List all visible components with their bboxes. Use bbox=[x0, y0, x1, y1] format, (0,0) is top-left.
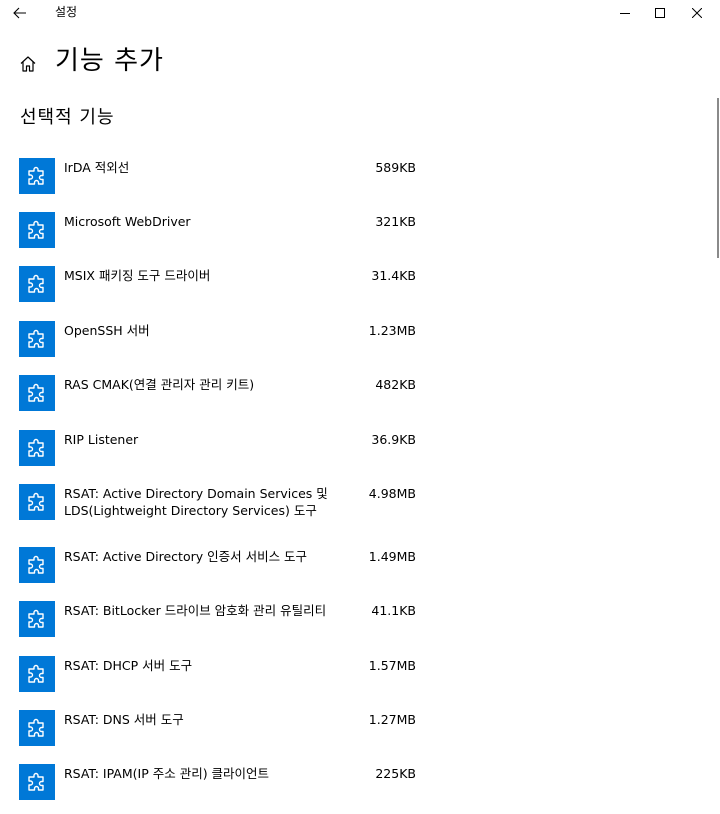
feature-size: 225KB bbox=[375, 766, 416, 781]
feature-size: 36.9KB bbox=[371, 432, 416, 447]
feature-name: RSAT: DHCP 서버 도구 bbox=[64, 658, 193, 673]
puzzle-icon bbox=[28, 166, 44, 185]
feature-item[interactable]: OpenSSH 서버 1.23MB bbox=[0, 315, 440, 363]
puzzle-icon bbox=[28, 718, 44, 737]
app-title: 설정 bbox=[55, 5, 78, 19]
feature-item[interactable]: RSAT: IPAM(IP 주소 관리) 클라이언트 225KB bbox=[0, 758, 440, 806]
feature-name: RIP Listener bbox=[64, 432, 139, 447]
feature-size: 1.57MB bbox=[368, 658, 416, 673]
feature-item[interactable]: RAS CMAK(연결 관리자 관리 키트) 482KB bbox=[0, 369, 440, 417]
feature-icon-tile bbox=[19, 601, 55, 637]
puzzle-icon bbox=[28, 220, 44, 239]
feature-item[interactable]: RSAT: Active Directory Domain Services 및… bbox=[0, 478, 440, 538]
puzzle-icon bbox=[28, 609, 44, 628]
feature-name: RSAT: Active Directory 인증서 서비스 도구 bbox=[64, 549, 308, 564]
puzzle-icon bbox=[28, 664, 44, 683]
feature-icon-tile bbox=[19, 764, 55, 800]
feature-icon-tile bbox=[19, 547, 55, 583]
scrollbar-thumb[interactable] bbox=[717, 98, 719, 258]
feature-item[interactable]: IrDA 적외선 589KB bbox=[0, 152, 440, 200]
feature-icon-tile bbox=[19, 158, 55, 194]
puzzle-icon bbox=[28, 274, 44, 293]
feature-icon-tile bbox=[19, 212, 55, 248]
feature-item[interactable]: RSAT: BitLocker 드라이브 암호화 관리 유틸리티 41.1KB bbox=[0, 595, 440, 643]
feature-name: MSIX 패키징 도구 드라이버 bbox=[64, 268, 211, 283]
puzzle-icon bbox=[28, 438, 44, 457]
section-title: 선택적 기능 bbox=[20, 107, 115, 128]
feature-icon-tile bbox=[19, 656, 55, 692]
arrow-left-icon bbox=[13, 7, 26, 19]
feature-item[interactable]: RSAT: Active Directory 인증서 서비스 도구 1.49MB bbox=[0, 541, 440, 589]
feature-item[interactable]: MSIX 패키징 도구 드라이버 31.4KB bbox=[0, 260, 440, 308]
page-title: 기능 추가 bbox=[55, 46, 164, 76]
feature-item[interactable]: RSAT: DNS 서버 도구 1.27MB bbox=[0, 704, 440, 752]
feature-size: 321KB bbox=[375, 214, 416, 229]
feature-name: OpenSSH 서버 bbox=[64, 323, 150, 338]
feature-item[interactable]: RIP Listener 36.9KB bbox=[0, 424, 440, 472]
feature-item[interactable]: Microsoft WebDriver 321KB bbox=[0, 206, 440, 254]
title-bar: 설정 bbox=[0, 0, 720, 26]
feature-icon-tile bbox=[19, 710, 55, 746]
close-icon bbox=[692, 8, 702, 18]
minimize-icon bbox=[620, 13, 630, 14]
maximize-icon bbox=[655, 8, 665, 18]
feature-icon-tile bbox=[19, 266, 55, 302]
feature-size: 1.27MB bbox=[368, 712, 416, 727]
feature-icon-tile bbox=[19, 484, 55, 520]
feature-icon-tile bbox=[19, 375, 55, 411]
feature-size: 1.49MB bbox=[368, 549, 416, 564]
feature-size: 1.23MB bbox=[368, 323, 416, 338]
puzzle-icon bbox=[28, 383, 44, 402]
feature-name: RAS CMAK(연결 관리자 관리 키트) bbox=[64, 377, 255, 392]
feature-size: 31.4KB bbox=[371, 268, 416, 283]
feature-size: 41.1KB bbox=[371, 603, 416, 618]
feature-name: RSAT: IPAM(IP 주소 관리) 클라이언트 bbox=[64, 766, 270, 781]
puzzle-icon bbox=[28, 772, 44, 791]
feature-item[interactable]: RSAT: DHCP 서버 도구 1.57MB bbox=[0, 650, 440, 698]
feature-name: RSAT: Active Directory Domain Services 및… bbox=[64, 486, 328, 518]
feature-size: 589KB bbox=[375, 160, 416, 175]
puzzle-icon bbox=[28, 492, 44, 511]
feature-icon-tile bbox=[19, 321, 55, 357]
back-button[interactable] bbox=[8, 2, 32, 24]
feature-name: Microsoft WebDriver bbox=[64, 214, 191, 229]
home-icon bbox=[20, 56, 36, 72]
feature-size: 482KB bbox=[375, 377, 416, 392]
feature-name: RSAT: BitLocker 드라이브 암호화 관리 유틸리티 bbox=[64, 603, 327, 618]
close-button[interactable] bbox=[674, 0, 720, 26]
feature-icon-tile bbox=[19, 430, 55, 466]
feature-size: 4.98MB bbox=[368, 486, 416, 501]
feature-name: RSAT: DNS 서버 도구 bbox=[64, 712, 184, 727]
puzzle-icon bbox=[28, 555, 44, 574]
puzzle-icon bbox=[28, 329, 44, 348]
settings-window: 설정 기능 추가 선택적 기능 IrDA 적외선 589KB Microsoft… bbox=[0, 0, 720, 814]
home-button[interactable] bbox=[16, 52, 40, 76]
feature-name: IrDA 적외선 bbox=[64, 160, 130, 175]
